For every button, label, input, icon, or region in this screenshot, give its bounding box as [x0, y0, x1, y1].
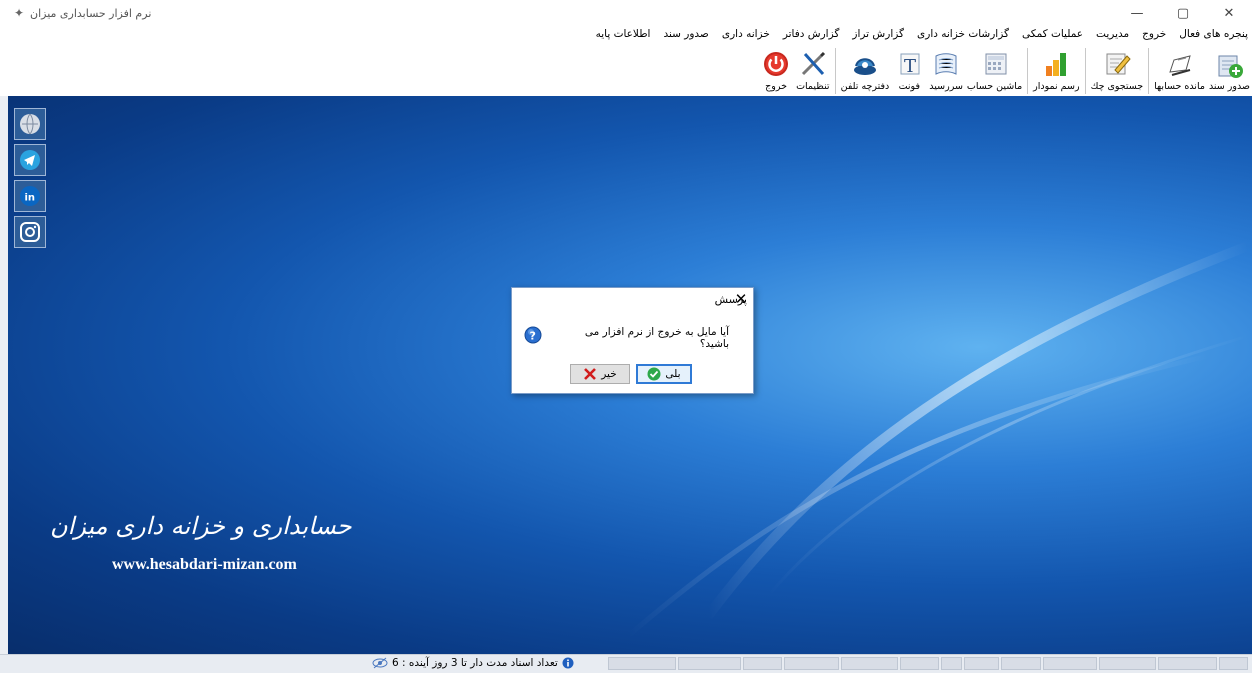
- menu-item[interactable]: گزارش تراز: [852, 28, 904, 40]
- toolbar-label: تنظیمات: [796, 81, 830, 92]
- toolbar-calculator[interactable]: ماشین حساب: [965, 48, 1024, 94]
- no-button[interactable]: خیر: [570, 364, 630, 384]
- menu-list: اطلاعات پایه صدور سند خزانه داری گزارش دفات…: [596, 28, 1248, 40]
- svg-text:T: T: [904, 56, 916, 77]
- menu-bar: اطلاعات پایه صدور سند خزانه داری گزارش دفات…: [0, 26, 1252, 44]
- svg-text:in: in: [25, 193, 36, 204]
- status-text: تعداد اسناد مدت دار تا 3 روز آینده : 6: [392, 657, 558, 669]
- status-panel: [742, 657, 783, 670]
- yes-button[interactable]: بلی: [636, 364, 692, 384]
- minimize-button[interactable]: —: [1114, 0, 1160, 26]
- dialog-close-button[interactable]: ✕: [732, 289, 750, 309]
- check-search-icon: [1106, 53, 1131, 75]
- status-message: تعداد اسناد مدت دار تا 3 روز آینده : 6: [372, 657, 574, 669]
- left-edge: [0, 96, 8, 654]
- font-icon: T: [900, 53, 920, 77]
- toolbar-label: سررسید: [929, 81, 963, 92]
- status-panel: [940, 657, 963, 670]
- toolbar-label: جستجوی چك: [1090, 81, 1144, 92]
- status-panel: [608, 657, 677, 670]
- status-panel: [1218, 657, 1249, 670]
- website-icon: [20, 113, 40, 135]
- telegram-icon: [20, 150, 40, 170]
- status-panel: [1001, 657, 1041, 670]
- linkedin-icon: in: [20, 186, 40, 206]
- menu-item[interactable]: گزارش دفاتر: [783, 28, 840, 40]
- calendar-icon: [935, 53, 957, 75]
- window-title: نرم افزار حسابداری میزان: [30, 6, 152, 20]
- menu-item[interactable]: پنجره های فعال: [1179, 28, 1248, 40]
- maximize-button[interactable]: ▢: [1160, 0, 1206, 26]
- svg-text:?: ?: [530, 330, 536, 343]
- menu-item[interactable]: صدور سند: [663, 28, 708, 40]
- confirm-dialog: پرسش ✕ ? آیا مایل به خروج از نرم افزار م…: [511, 287, 754, 394]
- toolbar-due-date[interactable]: سررسید: [927, 48, 965, 94]
- toolbar-separator: [1148, 48, 1150, 94]
- status-panel: [784, 657, 839, 670]
- menu-item[interactable]: خروج: [1142, 28, 1166, 40]
- check-icon: [647, 367, 661, 381]
- hidden-eye-icon[interactable]: [372, 657, 388, 669]
- status-panel: [678, 657, 741, 670]
- brand-url: www.hesabdari-mizan.com: [112, 556, 297, 573]
- add-document-icon: [1218, 55, 1244, 78]
- toolbar-separator: [1084, 48, 1086, 94]
- x-icon: [584, 368, 597, 380]
- menu-item[interactable]: خزانه داری: [722, 28, 770, 40]
- power-icon: [764, 52, 789, 76]
- account-balance-icon: [1168, 55, 1191, 76]
- status-panel: [1099, 657, 1157, 670]
- menu-item[interactable]: عملیات کمکی: [1022, 28, 1083, 40]
- menu-item[interactable]: گزارشات خزانه داری: [917, 28, 1009, 40]
- status-panel: [1158, 657, 1217, 670]
- menu-item[interactable]: اطلاعات پایه: [596, 28, 651, 40]
- instagram-link[interactable]: [14, 216, 46, 248]
- toolbar-label: فونت: [898, 81, 920, 92]
- linkedin-link[interactable]: in: [14, 180, 46, 212]
- status-panel: [964, 657, 1000, 670]
- toolbar-label: ماشین حساب: [966, 81, 1023, 92]
- status-panel: [899, 657, 939, 670]
- status-panels: [608, 657, 1249, 670]
- toolbar-group: صدور سند مانده حسابها جستجوی چك رسم نمود…: [758, 48, 1252, 94]
- status-panel: [840, 657, 898, 670]
- toolbar-label: دفترچه تلفن: [840, 81, 890, 92]
- toolbar-phone-book[interactable]: دفترچه تلفن: [839, 48, 892, 94]
- toolbar-font[interactable]: T فونت: [891, 48, 927, 94]
- status-bar: تعداد اسناد مدت دار تا 3 روز آینده : 6: [0, 654, 1252, 673]
- question-icon: ?: [524, 326, 542, 344]
- toolbar-separator: [834, 48, 836, 94]
- toolbar: صدور سند مانده حسابها جستجوی چك رسم نمود…: [0, 44, 1252, 97]
- no-label: خیر: [601, 368, 617, 380]
- dialog-title-bar: پرسش ✕: [512, 288, 753, 312]
- yes-label: بلی: [665, 368, 681, 380]
- info-icon: [562, 657, 574, 669]
- toolbar-draw-chart[interactable]: رسم نمودار: [1031, 48, 1081, 94]
- bar-chart-icon: [1046, 53, 1067, 76]
- window-title-area: نرم افزار حسابداری میزان ✦: [10, 6, 151, 20]
- toolbar-check-search[interactable]: جستجوی چك: [1089, 48, 1146, 94]
- toolbar-account-balance[interactable]: مانده حسابها: [1152, 48, 1207, 94]
- toolbar-label: مانده حسابها: [1154, 81, 1205, 92]
- toolbar-exit[interactable]: خروج: [758, 48, 794, 94]
- toolbar-issue-voucher[interactable]: صدور سند: [1207, 48, 1252, 94]
- close-button[interactable]: ✕: [1206, 0, 1252, 26]
- title-bar: نرم افزار حسابداری میزان ✦ — ▢ ✕: [0, 0, 1252, 26]
- status-panel: [1042, 657, 1098, 670]
- phone-book-icon: [853, 58, 876, 75]
- toolbar-label: خروج: [765, 81, 787, 92]
- brand-text: حسابداری و خزانه داری میزان: [50, 512, 352, 540]
- calculator-icon: [985, 53, 1007, 75]
- menu-item[interactable]: مدیریت: [1096, 28, 1129, 40]
- toolbar-separator: [1027, 48, 1029, 94]
- dialog-message: آیا مایل به خروج از نرم افزار می باشید؟: [584, 326, 729, 350]
- settings-tools-icon: [801, 51, 825, 76]
- telegram-link[interactable]: [14, 144, 46, 176]
- toolbar-label: رسم نمودار: [1033, 81, 1080, 92]
- toolbar-settings[interactable]: تنظیمات: [794, 48, 832, 94]
- toolbar-label: صدور سند: [1208, 81, 1250, 92]
- app-icon: ✦: [13, 6, 24, 20]
- instagram-icon: [20, 222, 40, 242]
- website-link[interactable]: [14, 108, 46, 140]
